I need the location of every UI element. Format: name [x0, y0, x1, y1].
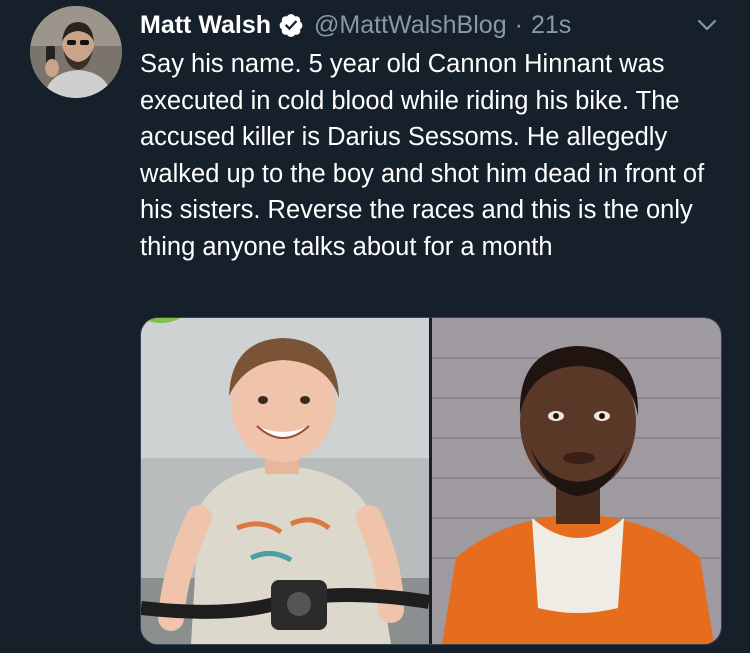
author-handle[interactable]: @MattWalshBlog	[314, 11, 507, 40]
tweet[interactable]: Matt Walsh @MattWalshBlog · 21s Say his …	[0, 0, 750, 653]
timestamp[interactable]: 21s	[531, 11, 571, 40]
tweet-media[interactable]	[140, 317, 722, 645]
avatar[interactable]	[30, 6, 122, 98]
verified-badge-icon	[278, 12, 304, 38]
child-photo[interactable]	[141, 318, 432, 644]
tweet-text: Say his name. 5 year old Cannon Hinnant …	[140, 50, 705, 261]
separator-dot: ·	[514, 10, 523, 39]
author-name[interactable]: Matt Walsh	[140, 11, 271, 40]
mugshot-photo[interactable]	[432, 318, 721, 644]
chevron-down-icon[interactable]	[694, 12, 720, 38]
tweet-header: Matt Walsh @MattWalshBlog · 21s	[140, 6, 720, 44]
